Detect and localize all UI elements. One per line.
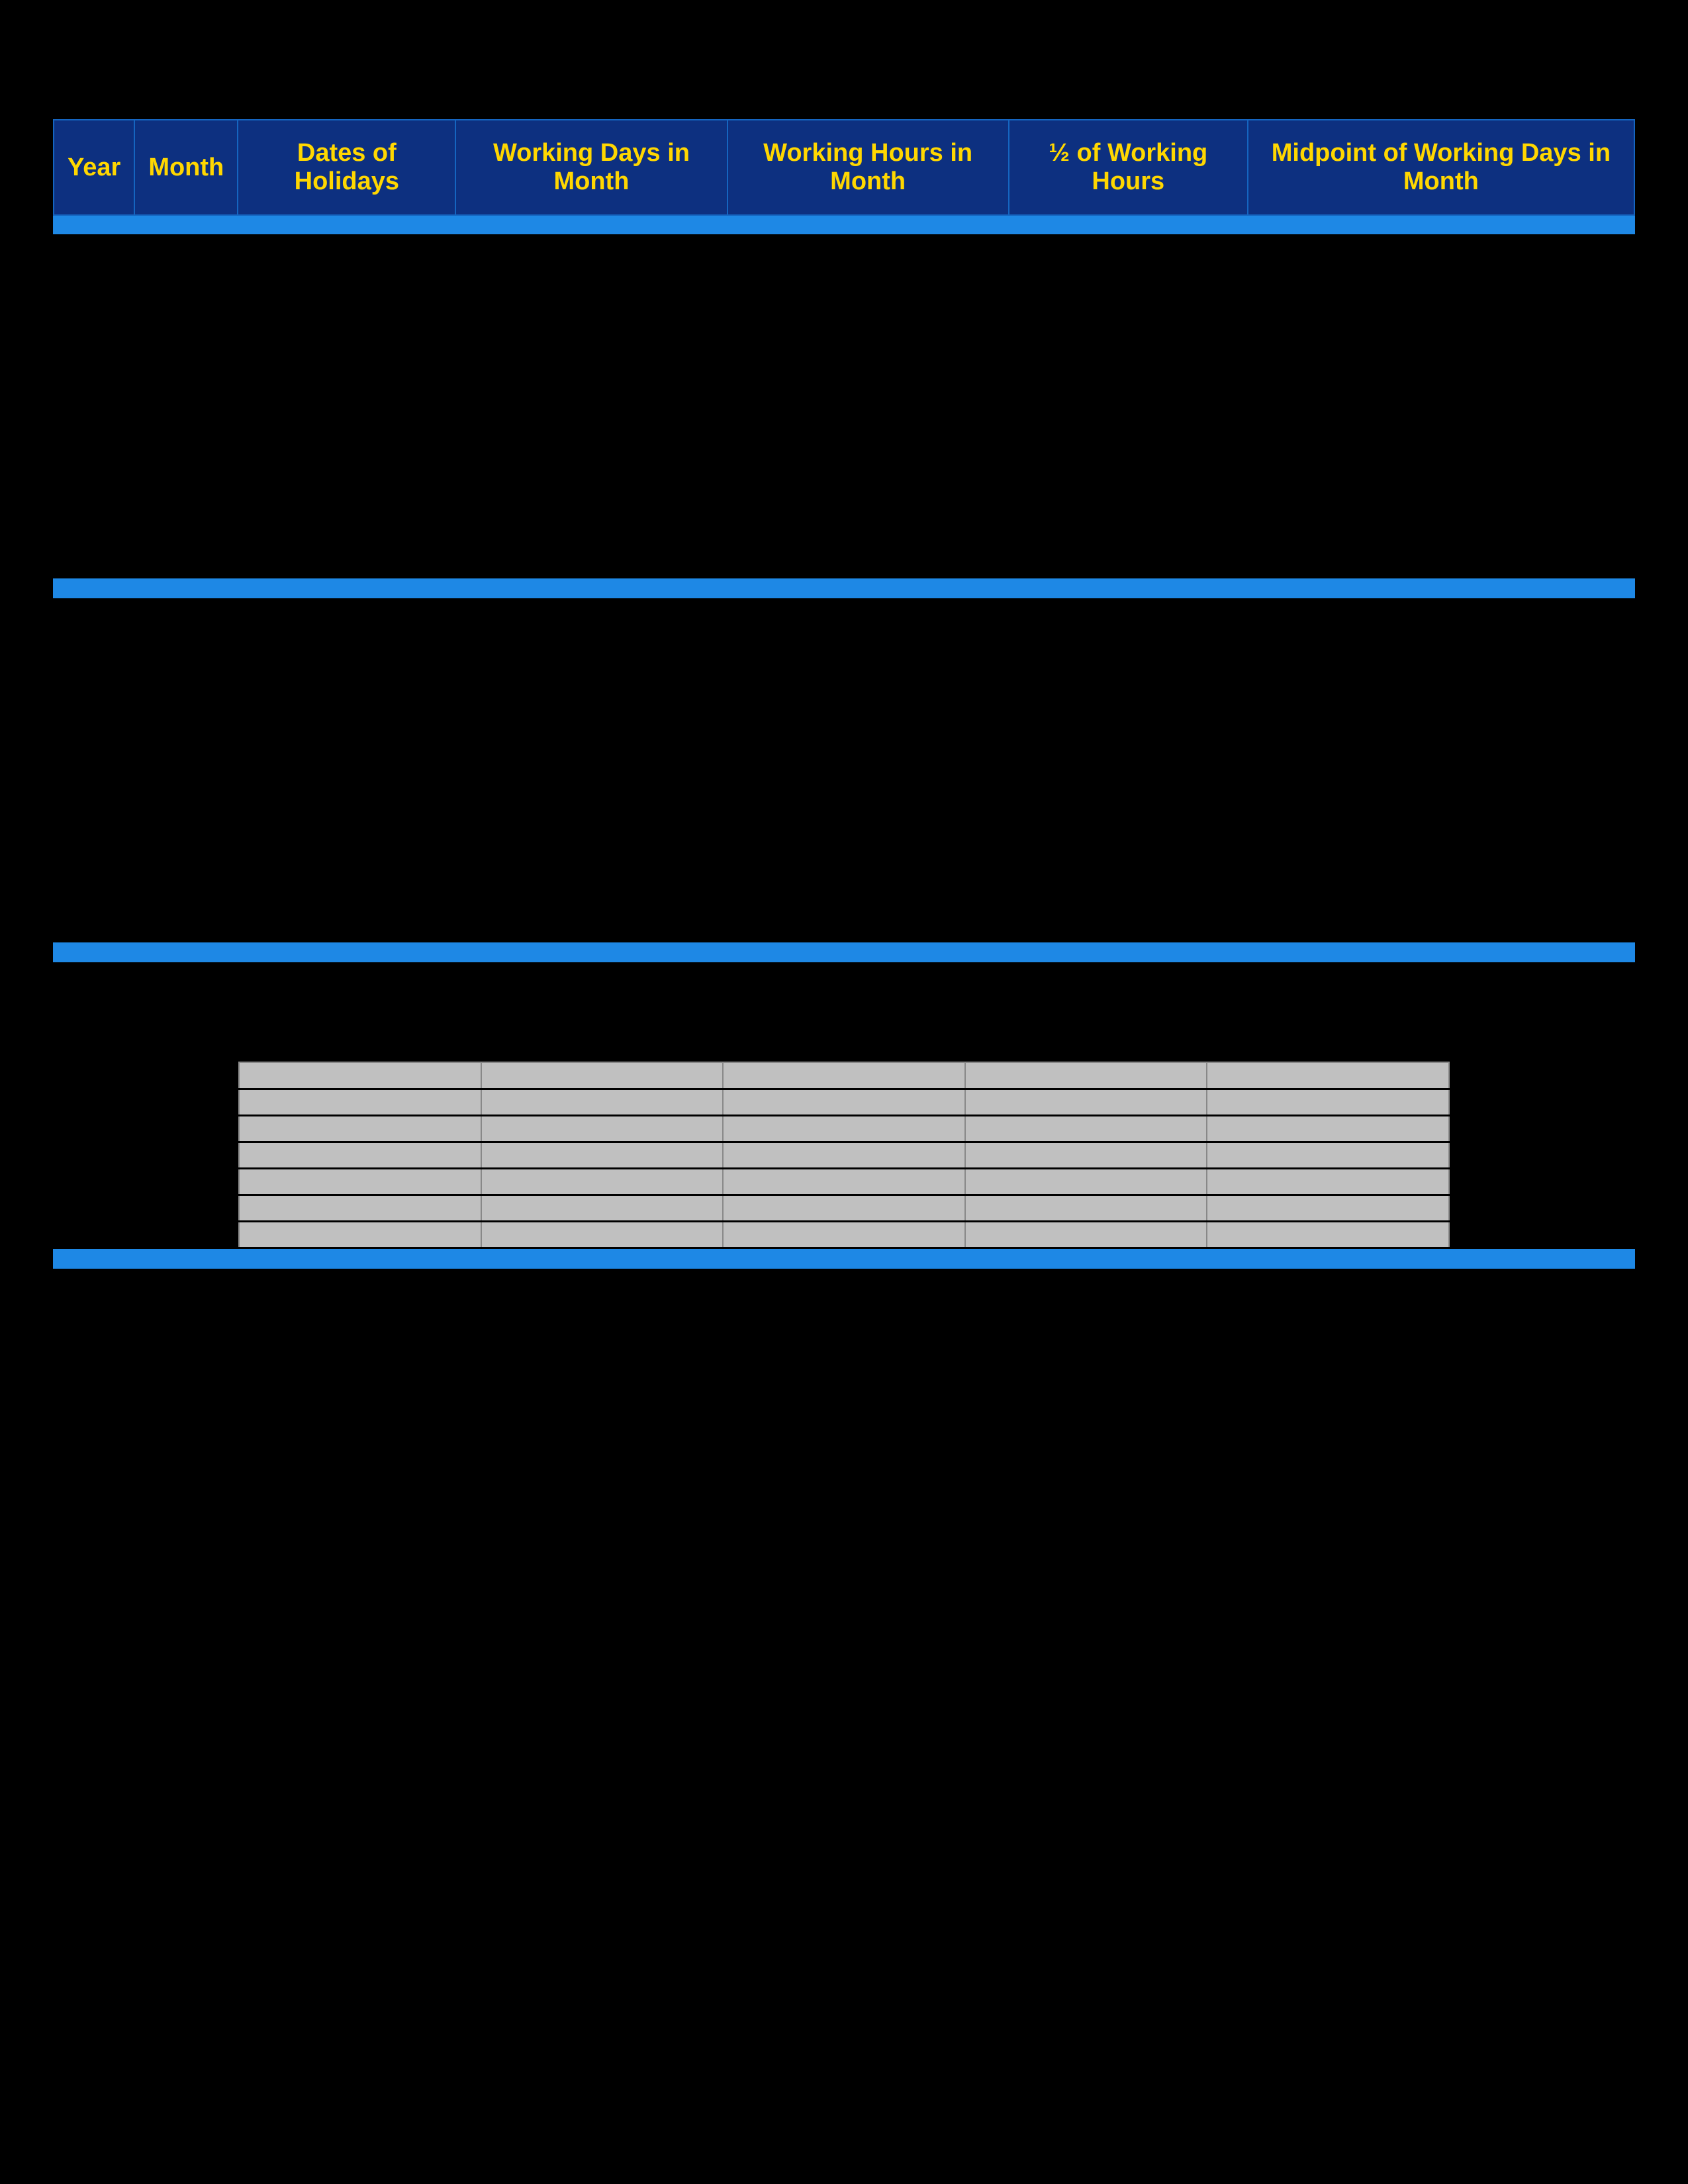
cell — [965, 1195, 1207, 1221]
section-bar-1 — [53, 578, 1635, 598]
table-row — [239, 1062, 1449, 1089]
content-block-1 — [53, 234, 1635, 565]
cell — [239, 1089, 481, 1115]
cell — [965, 1062, 1207, 1089]
cell — [239, 1221, 481, 1248]
cell — [1207, 1062, 1449, 1089]
gray-table-wrapper — [238, 1062, 1635, 1249]
cell — [723, 1142, 965, 1168]
table-row — [239, 1142, 1449, 1168]
cell — [481, 1142, 724, 1168]
main-table: Year Month Dates of Holidays Working Day… — [53, 119, 1635, 216]
table-section: Year Month Dates of Holidays Working Day… — [53, 119, 1635, 565]
cell — [481, 1221, 724, 1248]
table-row — [239, 1221, 1449, 1248]
header-year: Year — [54, 120, 134, 215]
cell — [1207, 1115, 1449, 1142]
cell — [239, 1195, 481, 1221]
cell — [239, 1142, 481, 1168]
header-working-hours: Working Hours in Month — [727, 120, 1009, 215]
cell — [723, 1062, 965, 1089]
header-working-days: Working Days in Month — [455, 120, 727, 215]
cell — [723, 1089, 965, 1115]
cell — [239, 1115, 481, 1142]
cell — [965, 1168, 1207, 1195]
cell — [723, 1168, 965, 1195]
content-block-3 — [53, 962, 1635, 1042]
cell — [239, 1062, 481, 1089]
content-block-2 — [53, 598, 1635, 929]
table-row — [239, 1089, 1449, 1115]
table-row — [239, 1168, 1449, 1195]
table-header-row: Year Month Dates of Holidays Working Day… — [54, 120, 1634, 215]
cell — [1207, 1089, 1449, 1115]
cell — [723, 1221, 965, 1248]
cell — [723, 1115, 965, 1142]
cell — [965, 1142, 1207, 1168]
table-row — [239, 1195, 1449, 1221]
cell — [723, 1195, 965, 1221]
cell — [1207, 1221, 1449, 1248]
bottom-blue-bar — [53, 1249, 1635, 1269]
header-blue-bar — [53, 216, 1635, 234]
cell — [1207, 1142, 1449, 1168]
cell — [239, 1168, 481, 1195]
cell — [1207, 1168, 1449, 1195]
section-bar-2 — [53, 942, 1635, 962]
cell — [481, 1195, 724, 1221]
cell — [965, 1089, 1207, 1115]
page-container: Year Month Dates of Holidays Working Day… — [0, 0, 1688, 2184]
cell — [481, 1089, 724, 1115]
header-midpoint: Midpoint of Working Days in Month — [1248, 120, 1634, 215]
cell — [965, 1115, 1207, 1142]
cell — [481, 1168, 724, 1195]
table-row — [239, 1115, 1449, 1142]
cell — [481, 1062, 724, 1089]
cell — [1207, 1195, 1449, 1221]
cell — [481, 1115, 724, 1142]
cell — [965, 1221, 1207, 1248]
header-half-working-hours: ½ of Working Hours — [1009, 120, 1248, 215]
header-month: Month — [134, 120, 238, 215]
gray-data-table — [238, 1062, 1450, 1249]
header-dates-of-holidays: Dates of Holidays — [238, 120, 455, 215]
